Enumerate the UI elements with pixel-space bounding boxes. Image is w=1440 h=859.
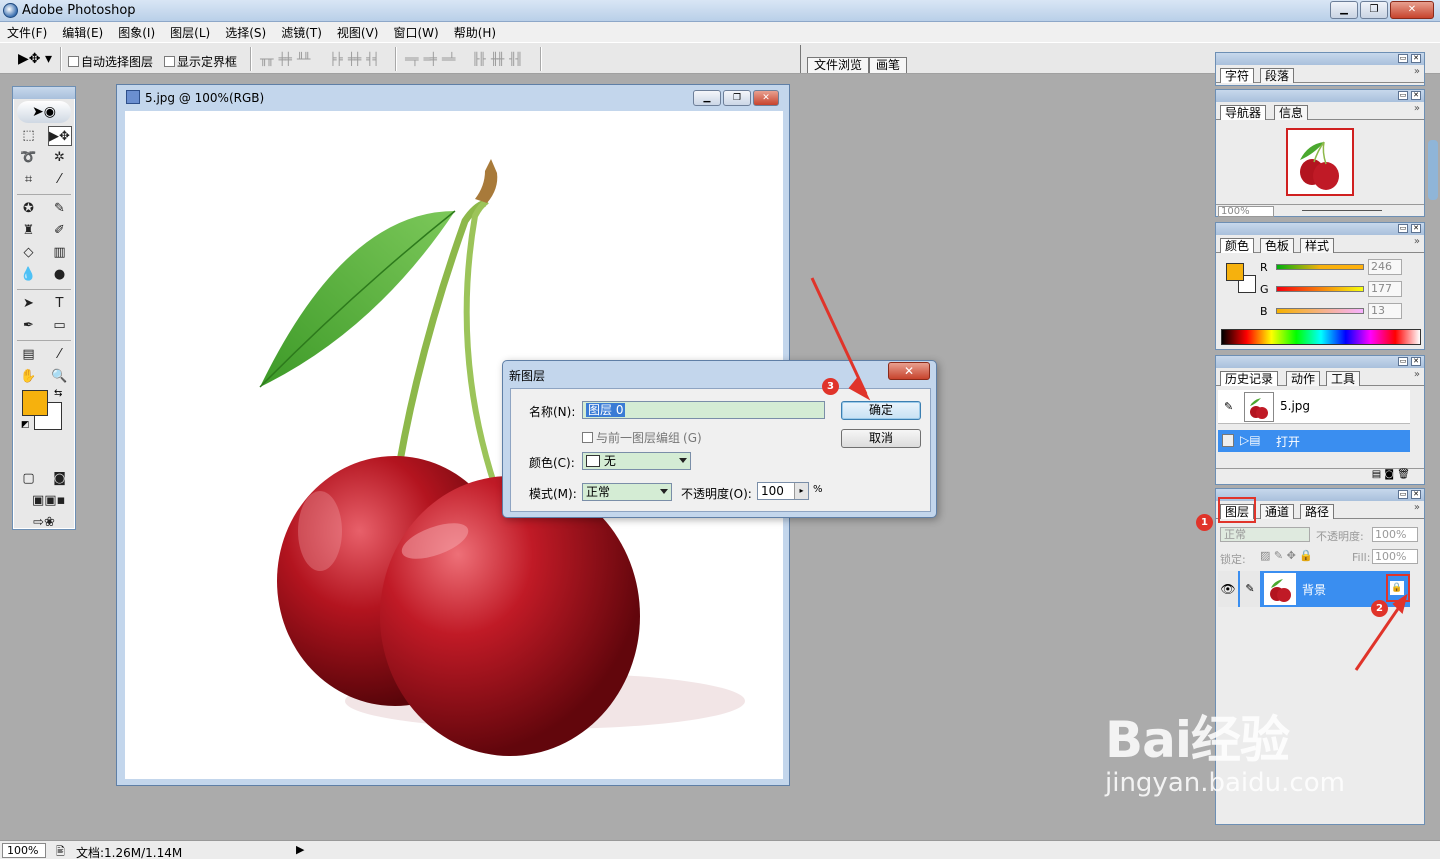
status-menu-arrow-icon[interactable]: ▶ [296,843,304,856]
zoom-field[interactable]: 100% [2,843,46,858]
status-bar: 100% 🖹 文档:1.26M/1.14M ▶ [0,840,1440,859]
workspace-scrollbar[interactable] [1428,140,1438,200]
baidu-watermark: Bai经验 jingyan.baidu.com [1105,700,1345,798]
document-size-info: 文档:1.26M/1.14M [76,846,183,859]
watermark-url: jingyan.baidu.com [1105,768,1345,798]
watermark-brand: Bai经验 [1105,711,1290,769]
document-info-icon[interactable]: 🖹 [56,843,65,859]
